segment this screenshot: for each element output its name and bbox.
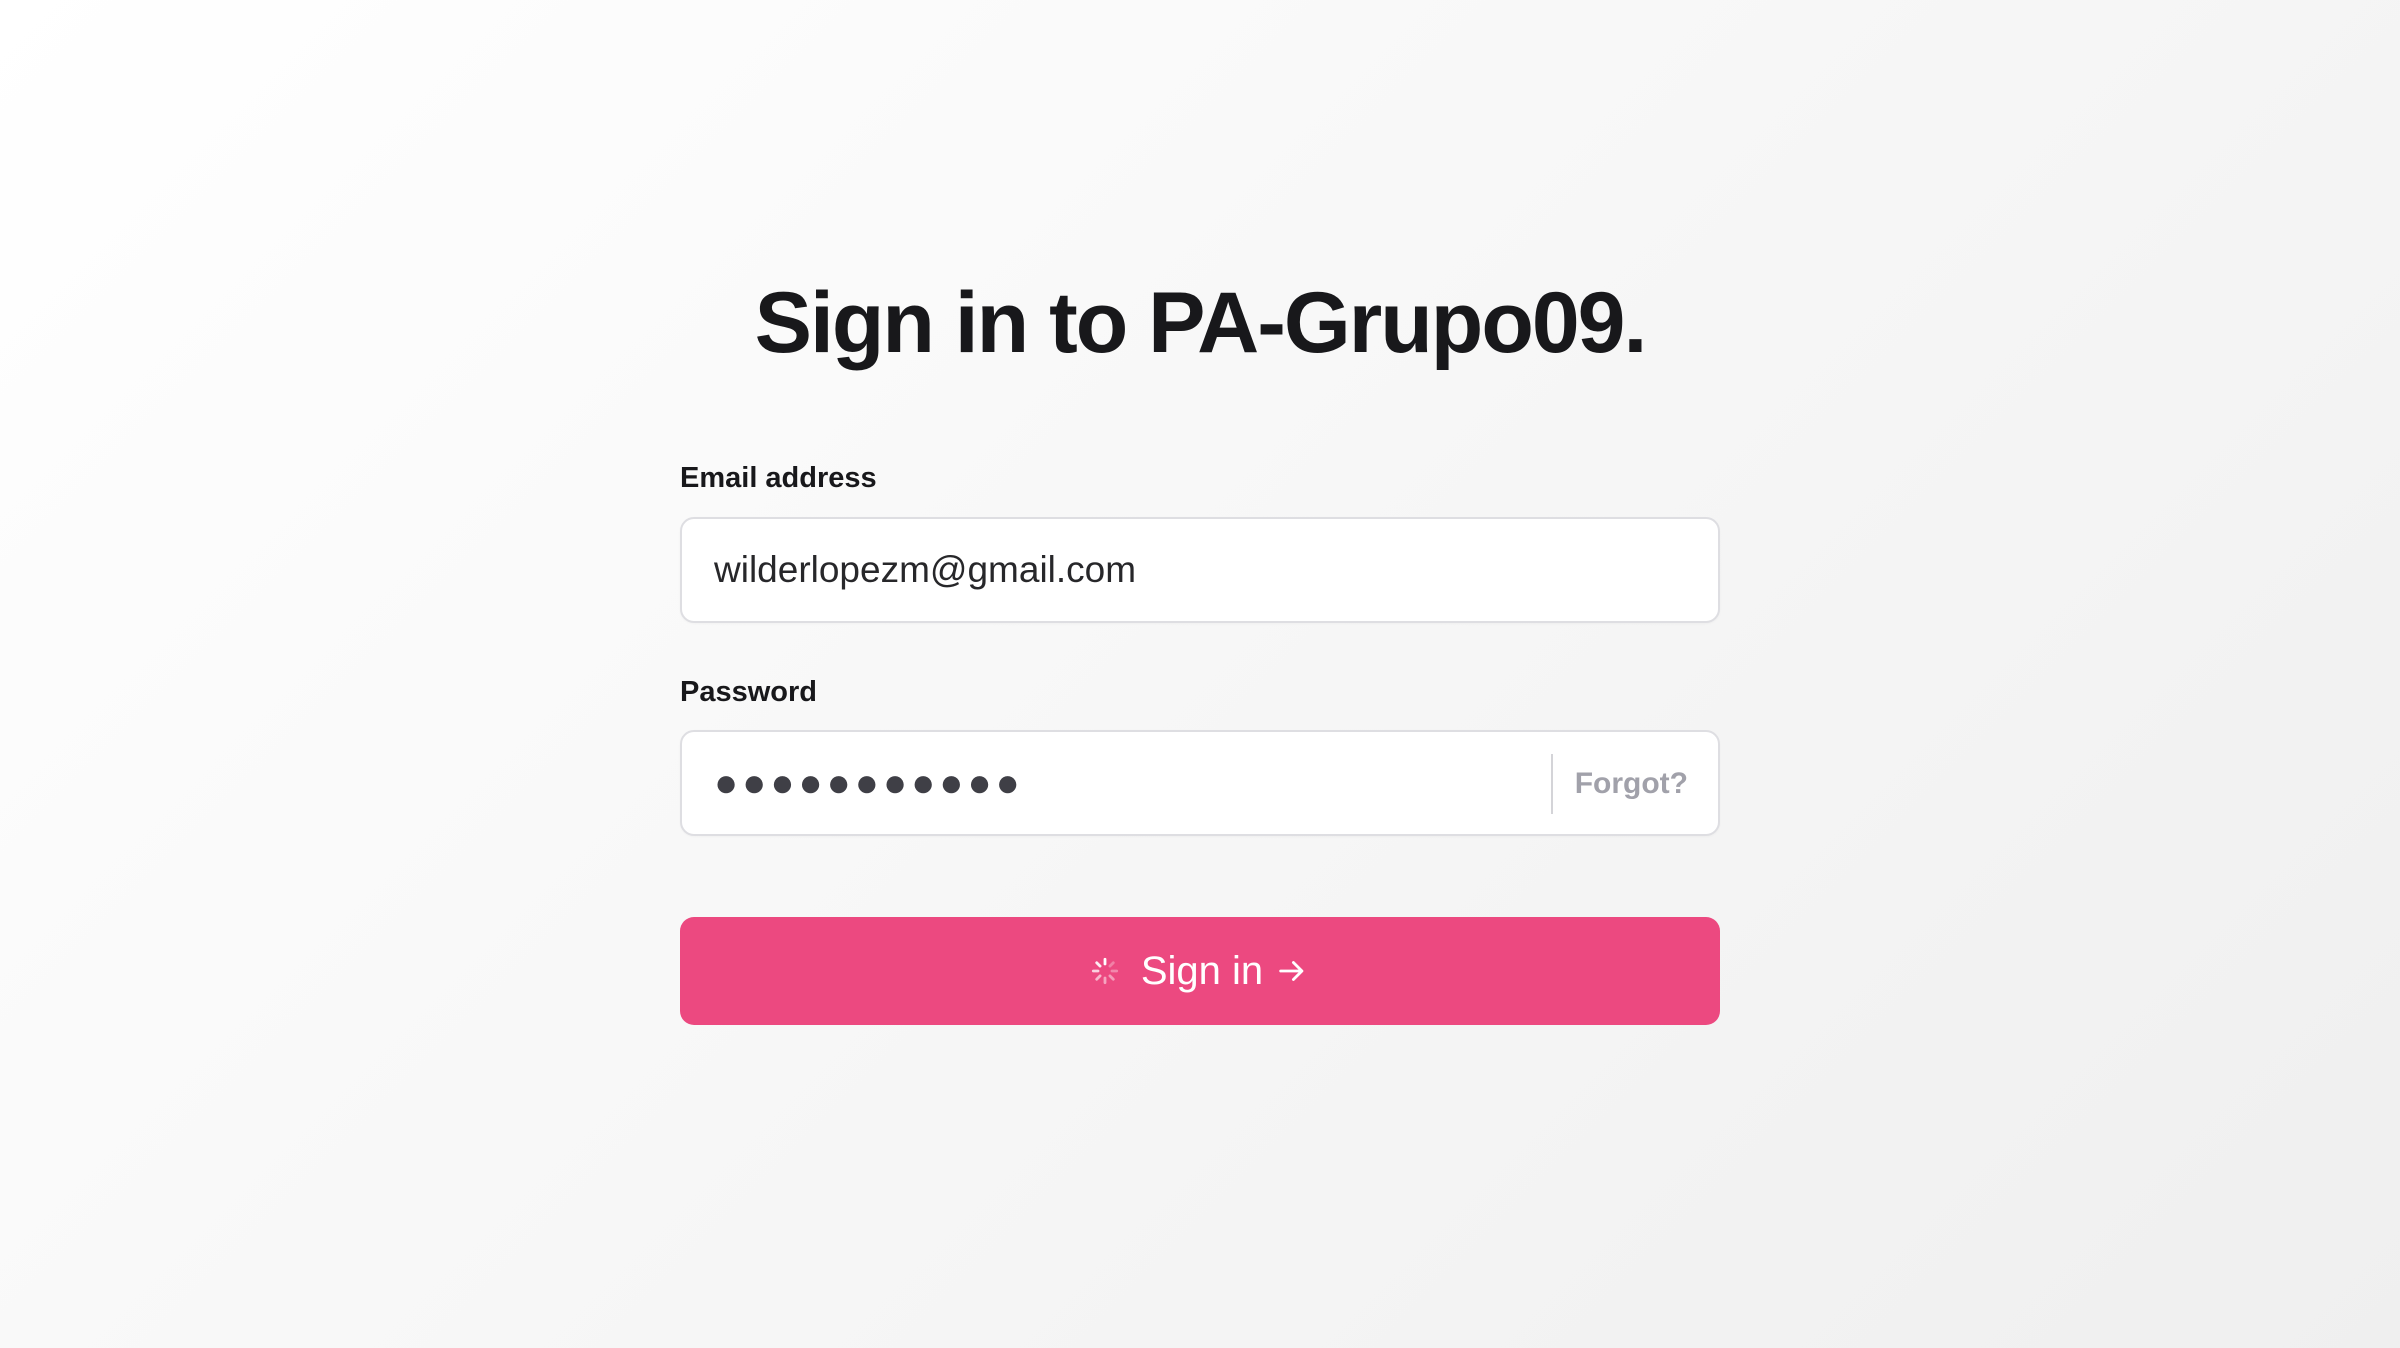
forgot-password-link[interactable]: Forgot? [1575, 762, 1688, 806]
sign-in-page: Sign in to PA-Grupo09. Email address Pas… [680, 0, 1720, 1348]
email-input[interactable] [714, 519, 1684, 621]
arrow-right-icon [1279, 961, 1304, 981]
page-title: Sign in to PA-Grupo09. [754, 275, 1648, 371]
email-label: Email address [680, 462, 877, 494]
sign-in-button-label: Sign in [1140, 948, 1264, 993]
password-input[interactable] [714, 732, 1534, 834]
sign-in-button[interactable]: Sign in [680, 917, 1720, 1025]
loading-spinner-icon [1091, 957, 1118, 985]
email-field[interactable] [680, 517, 1720, 623]
password-label: Password [680, 676, 817, 708]
password-field[interactable]: Forgot? [680, 730, 1720, 836]
password-field-divider [1551, 754, 1553, 814]
